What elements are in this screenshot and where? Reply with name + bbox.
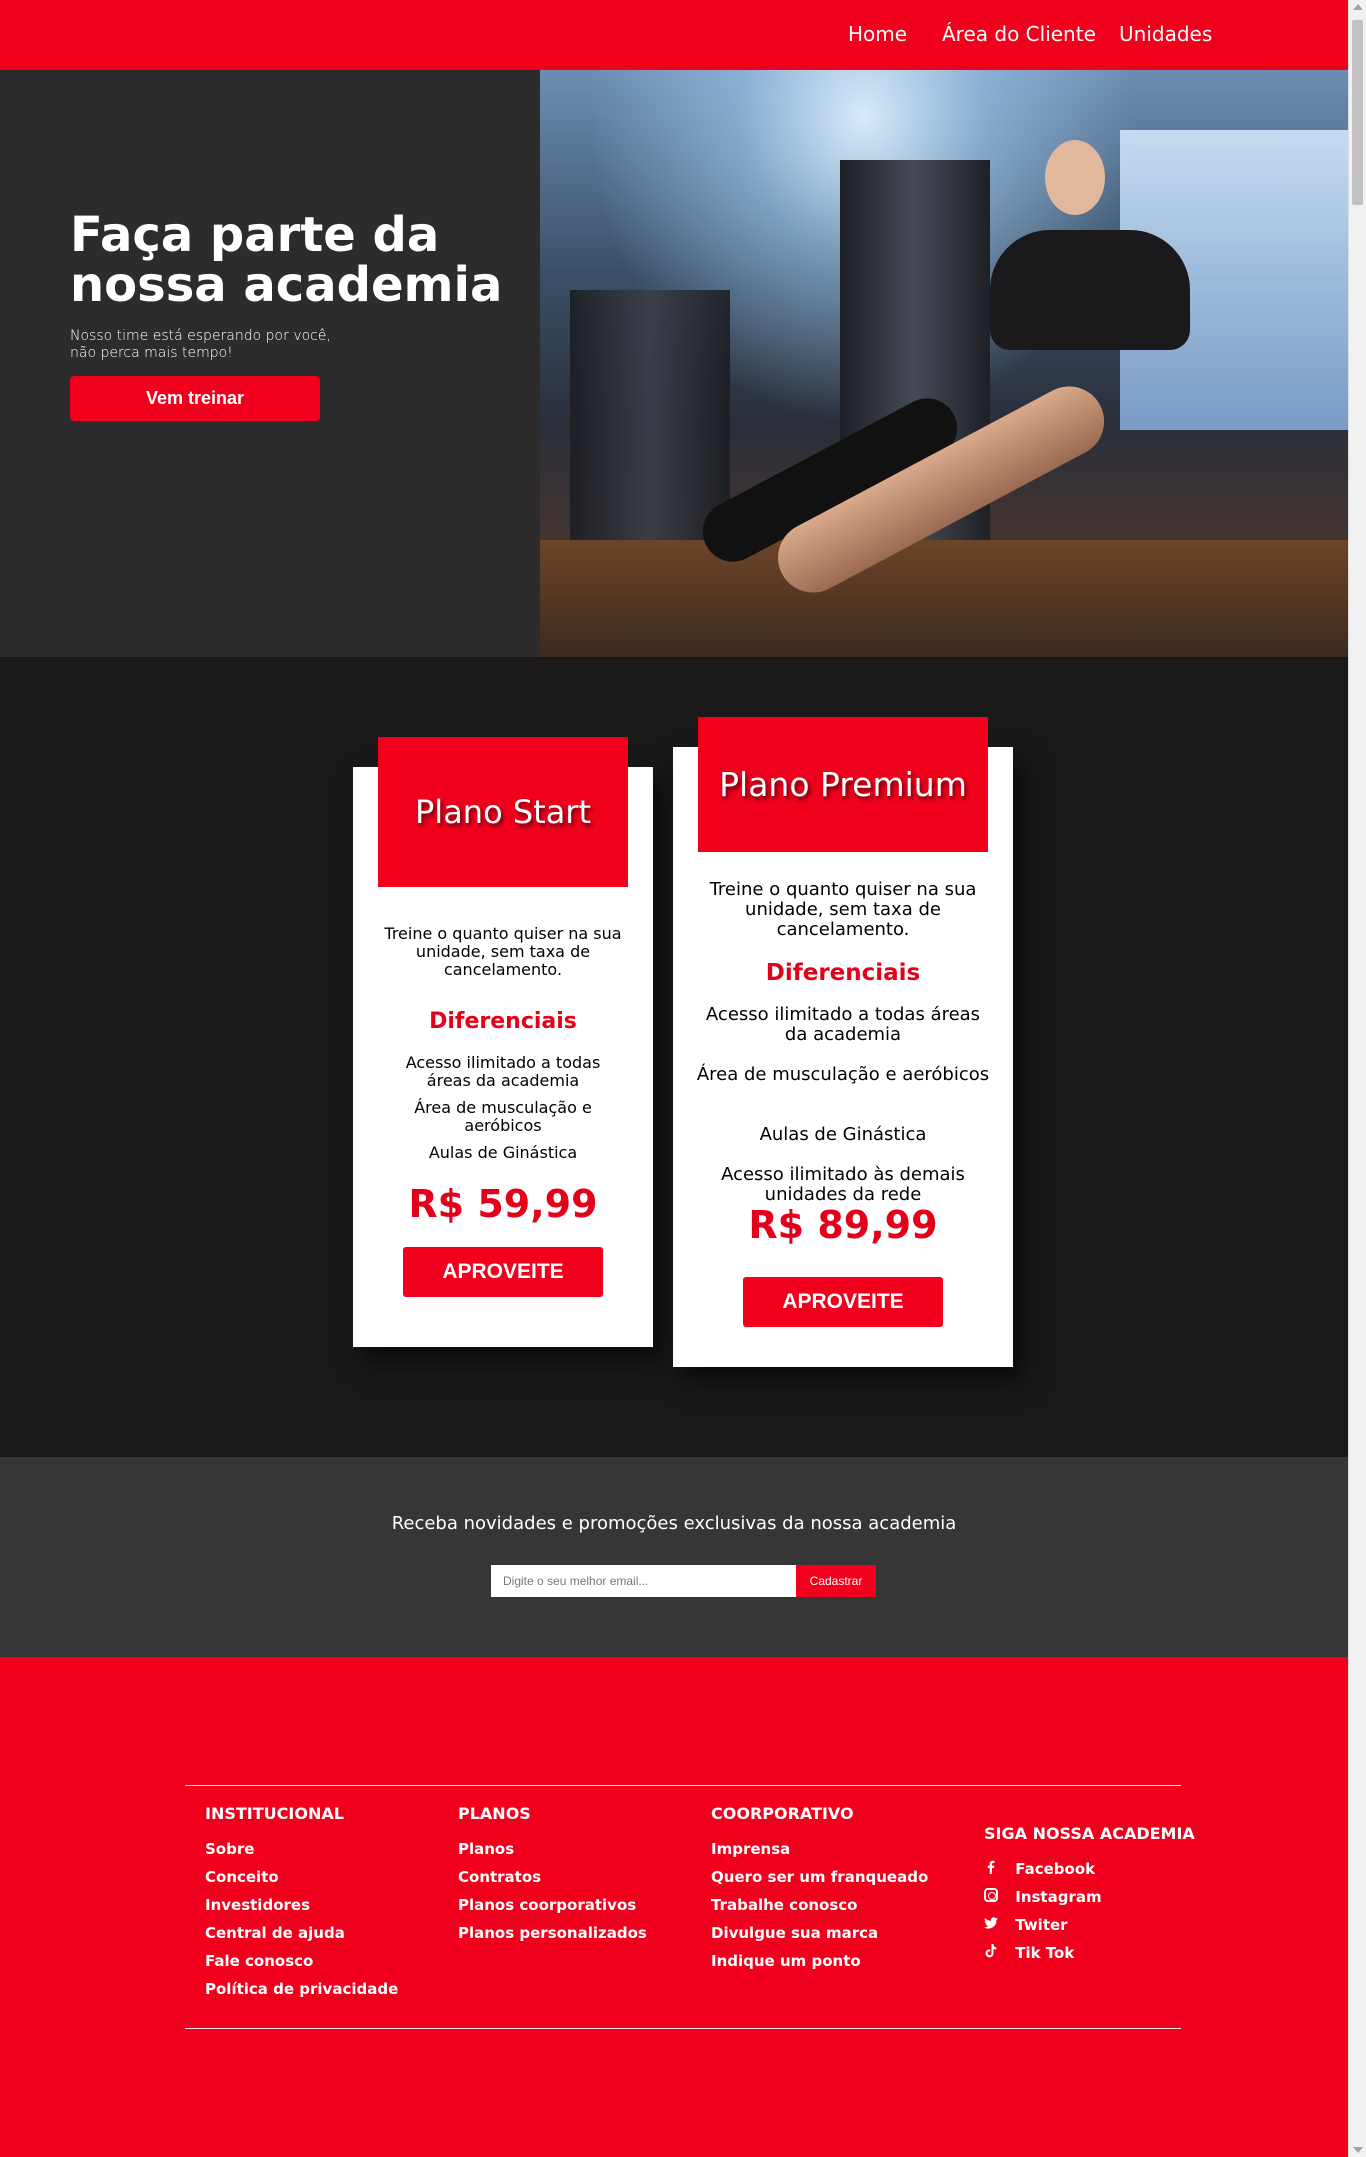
footer-link[interactable]: Investidores bbox=[205, 1891, 398, 1919]
plan-premium-feature: Área de musculação e aeróbicos bbox=[696, 1064, 990, 1085]
social-link-label: Facebook bbox=[1015, 1860, 1096, 1878]
newsletter-section: Receba novidades e promoções exclusivas … bbox=[0, 1457, 1348, 1657]
plan-start-feature: Acesso ilimitado a todas áreas da academ… bbox=[405, 1053, 601, 1090]
footer-link[interactable]: Planos personalizados bbox=[458, 1919, 647, 1947]
plan-premium-feature: Acesso ilimitado às demais unidades da r… bbox=[721, 1164, 965, 1205]
footer-column-social: SIGA NOSSA ACADEMIA Facebook Instagram T… bbox=[984, 1824, 1195, 1967]
footer-divider bbox=[185, 2028, 1181, 2029]
plan-card-premium: Plano Premium Treine o quanto quiser na … bbox=[673, 717, 1013, 1367]
plan-premium-price: R$ 89,99 bbox=[748, 1203, 938, 1247]
footer-link[interactable]: Planos coorporativos bbox=[458, 1891, 647, 1919]
plan-premium-feature: Acesso ilimitado a todas áreas da academ… bbox=[705, 1004, 981, 1045]
footer-link[interactable]: Planos bbox=[458, 1835, 647, 1863]
scroll-down-arrow-icon[interactable] bbox=[1353, 2147, 1363, 2153]
nav-link-home[interactable]: Home bbox=[848, 22, 907, 46]
nav-link-client-area[interactable]: Área do Cliente bbox=[942, 22, 1096, 46]
plan-premium-title: Plano Premium bbox=[698, 717, 988, 852]
footer-link[interactable]: Política de privacidade bbox=[205, 1975, 398, 2003]
plan-start-description: Treine o quanto quiser na sua unidade, s… bbox=[384, 924, 622, 979]
footer-link[interactable]: Quero ser um franqueado bbox=[711, 1863, 928, 1891]
athlete-torso bbox=[990, 230, 1190, 350]
social-link-label: Instagram bbox=[1015, 1888, 1102, 1906]
social-link-label: Twiter bbox=[1015, 1916, 1068, 1934]
top-navbar: Home Área do Cliente Unidades bbox=[0, 0, 1348, 70]
footer-link[interactable]: Fale conosco bbox=[205, 1947, 398, 1975]
plan-premium-feature: Aulas de Ginástica bbox=[759, 1124, 927, 1145]
plan-start-feature: Área de musculação e aeróbicos bbox=[414, 1098, 592, 1135]
social-link-label: Tik Tok bbox=[1015, 1944, 1075, 1962]
footer-divider bbox=[185, 1785, 1181, 1786]
hero-subtitle-line2: não perca mais tempo! bbox=[70, 345, 233, 361]
footer-link[interactable]: Conceito bbox=[205, 1863, 398, 1891]
footer-column-institutional: INSTITUCIONAL Sobre Conceito Investidore… bbox=[205, 1804, 398, 2003]
plan-start-feature: Aulas de Ginástica bbox=[428, 1143, 578, 1162]
plan-card-start: Plano Start Treine o quanto quiser na su… bbox=[353, 737, 653, 1347]
footer: INSTITUCIONAL Sobre Conceito Investidore… bbox=[0, 1657, 1348, 2157]
scroll-thumb[interactable] bbox=[1352, 20, 1363, 205]
page-scrollbar[interactable] bbox=[1348, 0, 1366, 2157]
footer-link[interactable]: Imprensa bbox=[711, 1835, 928, 1863]
plan-premium-cta-button[interactable]: APROVEITE bbox=[743, 1277, 943, 1327]
facebook-icon bbox=[987, 1860, 995, 1874]
footer-column-corporate: COORPORATIVO Imprensa Quero ser um franq… bbox=[711, 1804, 928, 1975]
hero-section: Faça parte da nossa academia Nosso time … bbox=[0, 70, 1348, 657]
nav-link-units[interactable]: Unidades bbox=[1119, 22, 1212, 46]
footer-column-title: INSTITUCIONAL bbox=[205, 1804, 344, 1823]
hero-subtitle: Nosso time está esperando por você, não … bbox=[70, 328, 370, 362]
social-link-twitter[interactable]: Twiter bbox=[984, 1911, 1195, 1939]
footer-column-title: SIGA NOSSA ACADEMIA bbox=[984, 1824, 1195, 1843]
footer-link[interactable]: Trabalhe conosco bbox=[711, 1891, 928, 1919]
athlete-head bbox=[1045, 140, 1105, 215]
plan-start-cta-button[interactable]: APROVEITE bbox=[403, 1247, 603, 1297]
social-link-instagram[interactable]: Instagram bbox=[984, 1883, 1195, 1911]
plan-premium-description: Treine o quanto quiser na sua unidade, s… bbox=[709, 879, 977, 940]
plan-start-differentials-title: Diferenciais bbox=[429, 1009, 577, 1034]
hero-title: Faça parte da nossa academia bbox=[70, 207, 503, 313]
footer-column-title: PLANOS bbox=[458, 1804, 531, 1823]
plan-premium-differentials-title: Diferenciais bbox=[765, 960, 921, 986]
footer-column-title: COORPORATIVO bbox=[711, 1804, 854, 1823]
gym-floor bbox=[540, 540, 1348, 657]
tiktok-icon bbox=[985, 1944, 997, 1958]
social-link-facebook[interactable]: Facebook bbox=[984, 1855, 1195, 1883]
instagram-icon bbox=[984, 1888, 998, 1902]
footer-link[interactable]: Contratos bbox=[458, 1863, 647, 1891]
newsletter-text: Receba novidades e promoções exclusivas … bbox=[391, 1513, 957, 1534]
hero-cta-button[interactable]: Vem treinar bbox=[70, 376, 320, 421]
plan-start-title: Plano Start bbox=[378, 737, 628, 887]
footer-link[interactable]: Sobre bbox=[205, 1835, 398, 1863]
hero-gym-photo bbox=[540, 70, 1348, 657]
social-link-tiktok[interactable]: Tik Tok bbox=[984, 1939, 1195, 1967]
footer-link[interactable]: Indique um ponto bbox=[711, 1947, 928, 1975]
plan-start-price: R$ 59,99 bbox=[408, 1182, 598, 1226]
hero-subtitle-line1: Nosso time está esperando por você, bbox=[70, 328, 331, 344]
newsletter-email-input[interactable] bbox=[491, 1565, 796, 1597]
footer-link[interactable]: Central de ajuda bbox=[205, 1919, 398, 1947]
twitter-icon bbox=[984, 1917, 998, 1929]
footer-link[interactable]: Divulgue sua marca bbox=[711, 1919, 928, 1947]
scroll-up-arrow-icon[interactable] bbox=[1353, 4, 1363, 10]
plans-section: Plano Start Treine o quanto quiser na su… bbox=[0, 657, 1348, 1457]
newsletter-submit-button[interactable]: Cadastrar bbox=[796, 1565, 876, 1597]
footer-column-plans: PLANOS Planos Contratos Planos coorporat… bbox=[458, 1804, 647, 1947]
